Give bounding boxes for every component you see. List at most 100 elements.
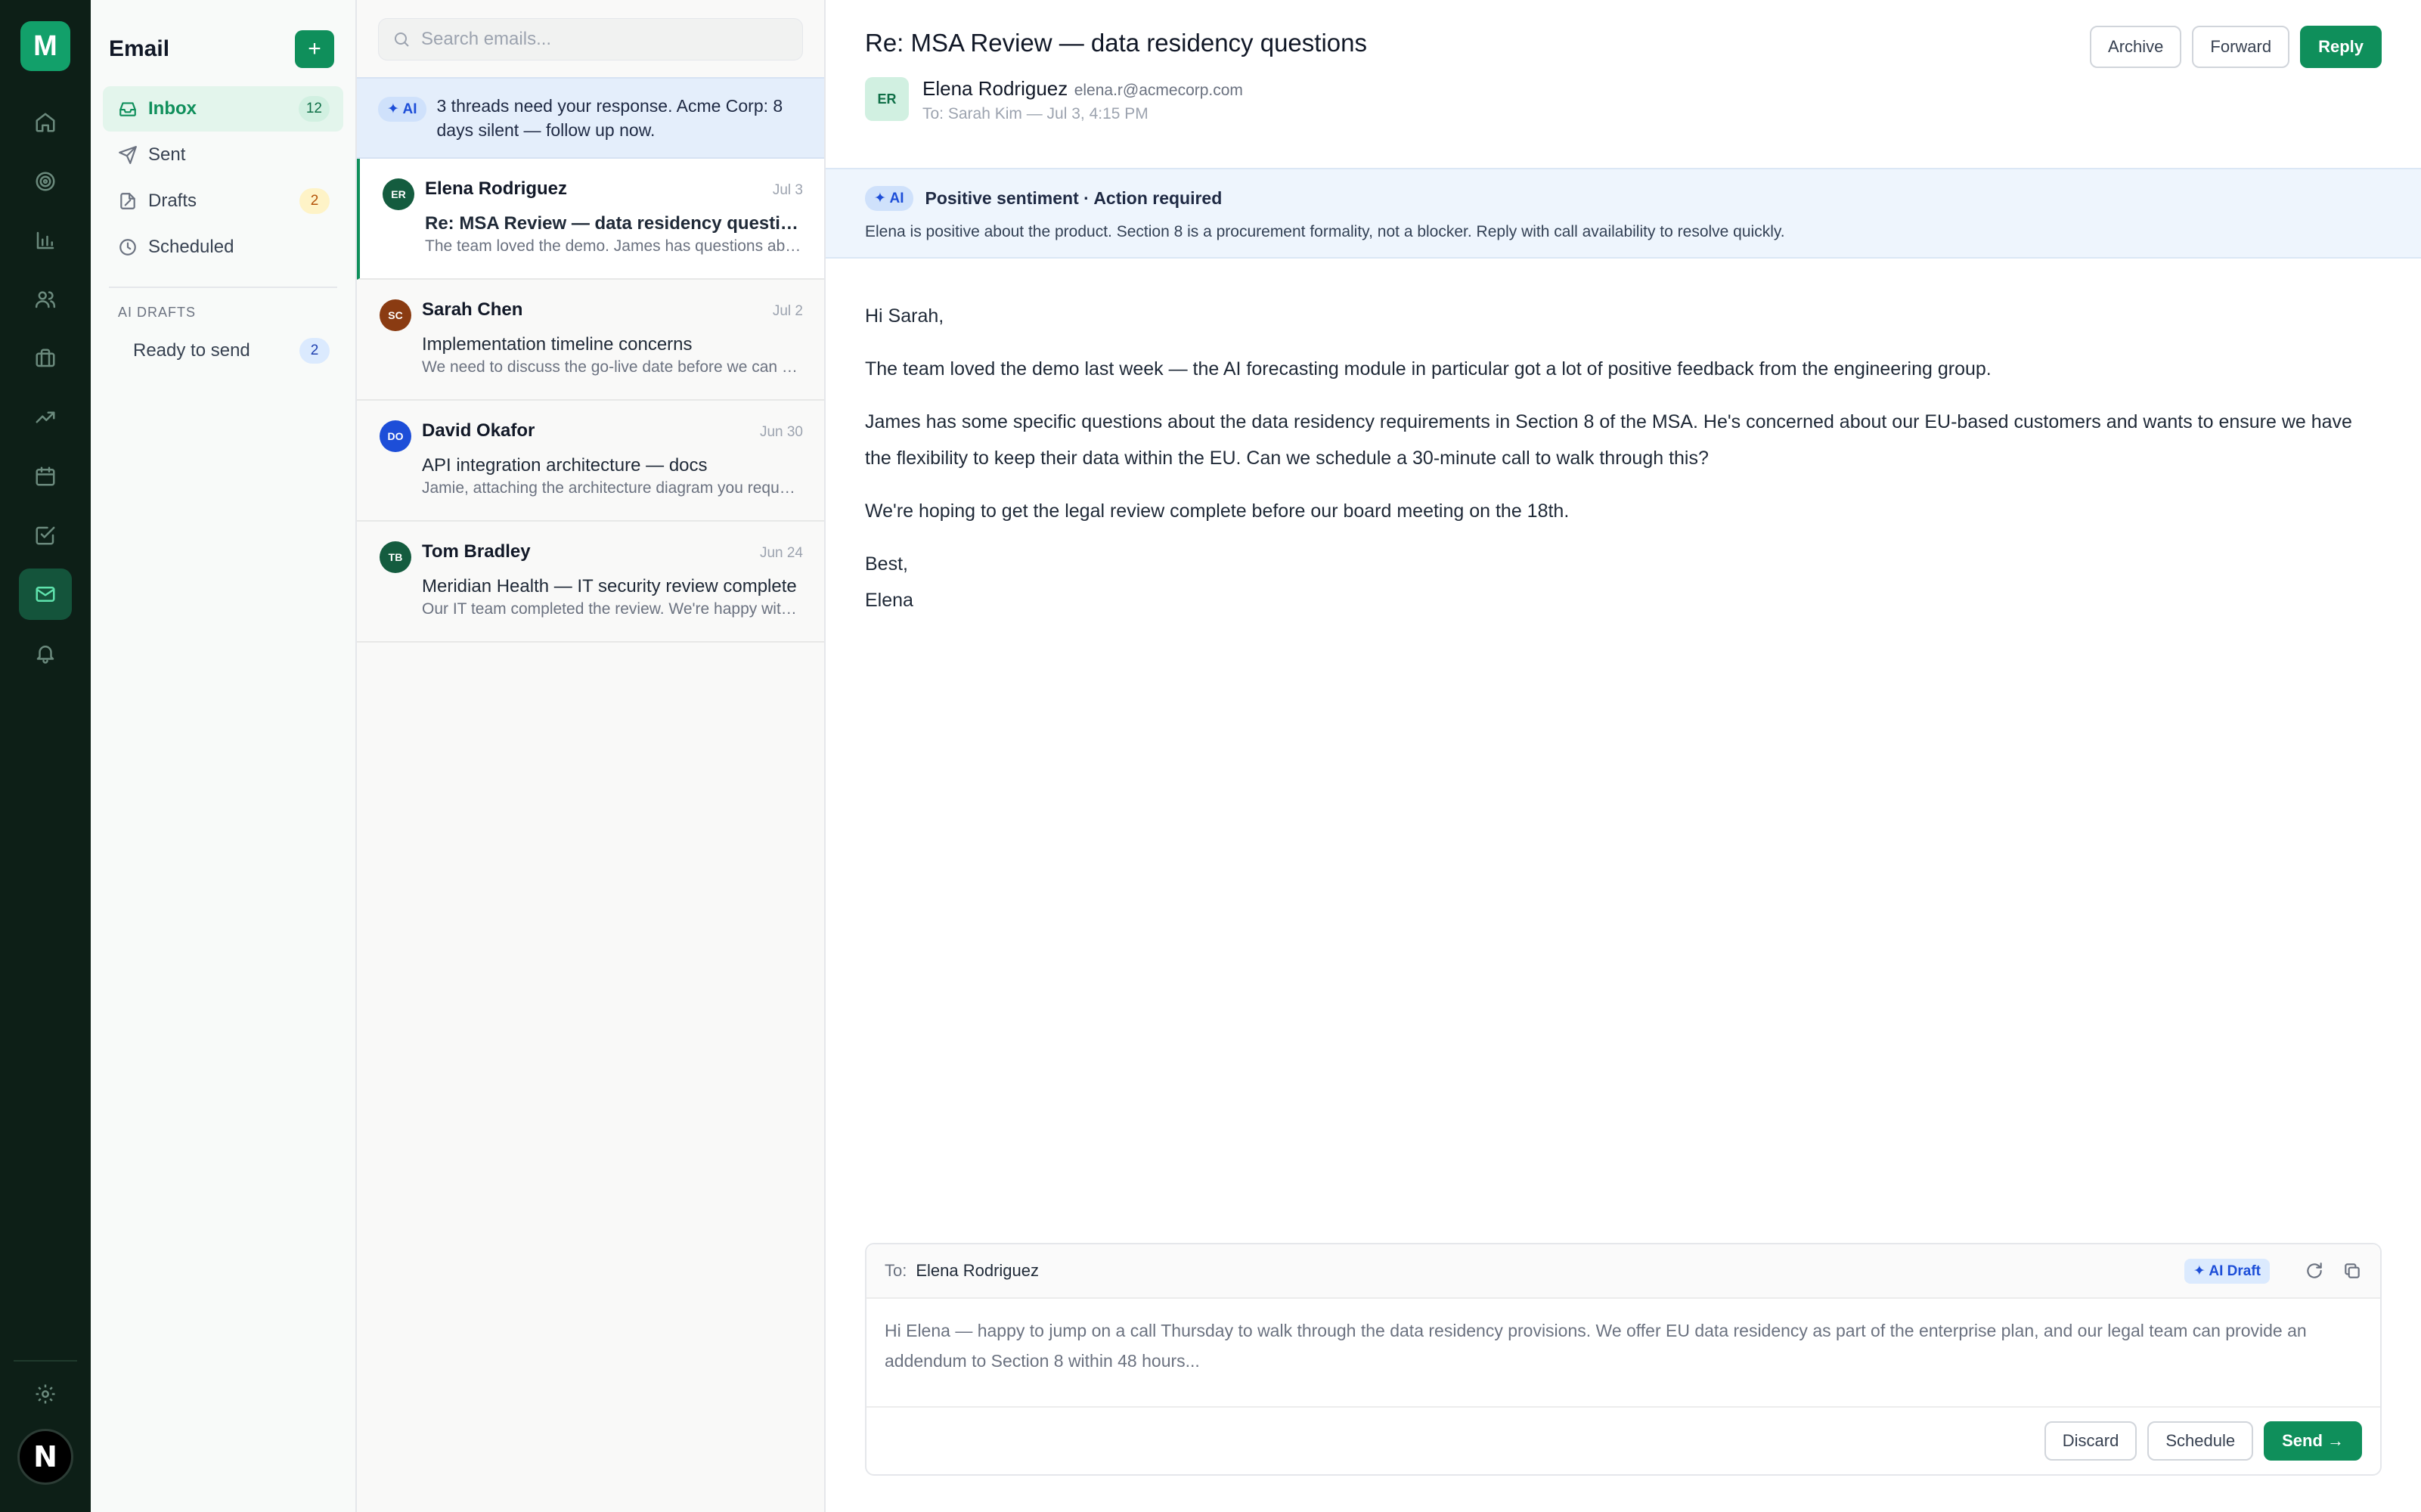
clock-icon <box>119 239 136 256</box>
rail-tasks[interactable] <box>19 510 72 561</box>
users-icon <box>35 291 56 308</box>
recipient-line: To: Sarah Kim — Jul 3, 4:15 PM <box>922 105 1149 122</box>
home-icon <box>36 113 55 132</box>
bar-chart-icon <box>36 231 54 249</box>
to-field[interactable]: Elena Rodriguez <box>916 1261 2184 1281</box>
insight-title: Positive sentiment · Action required <box>925 188 1223 208</box>
email-item[interactable]: DO David Okafor Jun 30 API integration a… <box>357 401 824 522</box>
rail-email[interactable] <box>19 569 72 620</box>
email-subject: API integration architecture — docs <box>422 455 708 476</box>
rail-trends[interactable] <box>19 392 72 443</box>
refresh-icon <box>2307 1263 2322 1278</box>
ai-drafts-section-label: AI DRAFTS <box>118 305 197 320</box>
rail-deals[interactable] <box>19 333 72 384</box>
search-box <box>378 18 803 60</box>
user-avatar[interactable]: N <box>17 1429 73 1485</box>
avatar: DO <box>380 420 411 452</box>
search-wrap <box>357 0 824 77</box>
folder-drafts[interactable]: Drafts 2 <box>103 178 343 224</box>
folder-label: Ready to send <box>133 340 250 361</box>
email-item-header: Sarah Chen Jul 2 <box>422 299 803 321</box>
email-subject: Meridian Health — IT security review com… <box>422 576 797 596</box>
email-item-header: David Okafor Jun 30 <box>422 420 803 442</box>
insight-header: ✦ AI Positive sentiment · Action require… <box>865 186 2382 211</box>
search-input[interactable] <box>421 29 789 50</box>
folder-sidebar: Email + Inbox 12 Sent Drafts 2 Scheduled… <box>91 0 357 1512</box>
copy-button[interactable] <box>2342 1261 2362 1281</box>
email-subject: Implementation timeline concerns <box>422 334 693 355</box>
email-preview: Our IT team completed the review. We're … <box>422 600 803 618</box>
sender-email[interactable]: elena.r@acmecorp.com <box>1074 82 1243 99</box>
body-paragraph: The team loved the demo last week — the … <box>865 358 1992 380</box>
email-date: Jul 3 <box>772 182 803 198</box>
send-button[interactable]: Send → <box>2264 1421 2362 1461</box>
email-date: Jun 24 <box>759 545 803 561</box>
rail-notifications[interactable] <box>19 627 72 679</box>
bell-icon <box>36 646 54 664</box>
search-icon <box>395 33 409 47</box>
ai-chip: ✦ AI <box>378 97 426 122</box>
reply-textarea[interactable]: Hi Elena — happy to jump on a call Thurs… <box>866 1299 2380 1408</box>
compose-button[interactable]: + <box>295 30 334 68</box>
email-item-header: Tom Bradley Jun 24 <box>422 541 803 562</box>
archive-button[interactable]: Archive <box>2090 26 2182 68</box>
folder-sent[interactable]: Sent <box>103 132 343 178</box>
avatar: TB <box>380 541 411 573</box>
email-sender: David Okafor <box>422 420 535 441</box>
rail-home[interactable] <box>19 97 72 148</box>
sender-name: Elena Rodriguez <box>922 77 1068 100</box>
email-actions: Archive Forward Reply <box>2090 26 2382 68</box>
rail-targets[interactable] <box>19 156 72 207</box>
rail-contacts[interactable] <box>19 274 72 325</box>
inbox-icon <box>119 102 136 116</box>
folder-scheduled[interactable]: Scheduled <box>103 225 343 270</box>
reading-pane: Re: MSA Review — data residency question… <box>826 0 2421 1512</box>
ai-summary-banner[interactable]: ✦ AI 3 threads need your response. Acme … <box>357 77 824 159</box>
email-date: Jul 2 <box>772 303 803 319</box>
copy-icon <box>2345 1263 2360 1278</box>
ready-count-badge: 2 <box>299 338 330 364</box>
rail-settings[interactable] <box>34 1383 57 1409</box>
app-rail: M N <box>0 0 91 1512</box>
folder-ready-to-send[interactable]: Ready to send 2 <box>103 328 343 373</box>
email-preview: Jamie, attaching the architecture diagra… <box>422 479 803 497</box>
body-signoff: Best, <box>865 553 908 575</box>
email-item[interactable]: ER Elena Rodriguez Jul 3 Re: MSA Review … <box>357 159 824 280</box>
avatar: ER <box>383 178 414 210</box>
regenerate-button[interactable] <box>2305 1261 2324 1281</box>
folder-header: Email + <box>91 0 355 68</box>
email-preview: The team loved the demo. James has quest… <box>425 237 803 255</box>
body-signature: Elena <box>865 590 913 611</box>
reply-button[interactable]: Reply <box>2300 26 2382 68</box>
email-item[interactable]: SC Sarah Chen Jul 2 Implementation timel… <box>357 280 824 401</box>
target-icon <box>36 172 55 191</box>
sender-avatar: ER <box>865 77 909 121</box>
folder-inbox[interactable]: Inbox 12 <box>103 86 343 132</box>
forward-button[interactable]: Forward <box>2192 26 2290 68</box>
email-item-header: Elena Rodriguez Jul 3 <box>425 178 803 200</box>
body-paragraph: We're hoping to get the legal review com… <box>865 500 1570 522</box>
trending-icon <box>36 411 55 423</box>
email-preview: We need to discuss the go-live date befo… <box>422 358 803 376</box>
schedule-button[interactable]: Schedule <box>2147 1421 2254 1461</box>
folder-label: Sent <box>148 144 186 165</box>
email-sender: Elena Rodriguez <box>425 178 568 199</box>
ai-draft-badge: ✦ AI Draft <box>2184 1258 2270 1284</box>
calendar-icon <box>36 466 55 486</box>
email-sender: Tom Bradley <box>422 541 531 562</box>
rail-calendar[interactable] <box>19 451 72 502</box>
email-item[interactable]: TB Tom Bradley Jun 24 Meridian Health — … <box>357 522 824 643</box>
reply-composer: To: Elena Rodriguez ✦ AI Draft Hi Elena … <box>865 1243 2382 1476</box>
reader-header: Re: MSA Review — data residency question… <box>826 0 2421 168</box>
app-logo[interactable]: M <box>20 21 70 71</box>
folder-label: Inbox <box>148 98 197 119</box>
sender-block: ER Elena Rodriguez elena.r@acmecorp.com … <box>865 77 2382 123</box>
insight-text: Elena is positive about the product. Sec… <box>865 223 1785 240</box>
composer-header: To: Elena Rodriguez ✦ AI Draft <box>866 1244 2380 1299</box>
ai-banner-text: 3 threads need your response. Acme Corp:… <box>436 96 783 140</box>
gear-icon <box>36 1384 55 1404</box>
rail-nav <box>19 97 72 679</box>
discard-button[interactable]: Discard <box>2044 1421 2137 1461</box>
email-sender: Sarah Chen <box>422 299 523 320</box>
rail-analytics[interactable] <box>19 215 72 266</box>
